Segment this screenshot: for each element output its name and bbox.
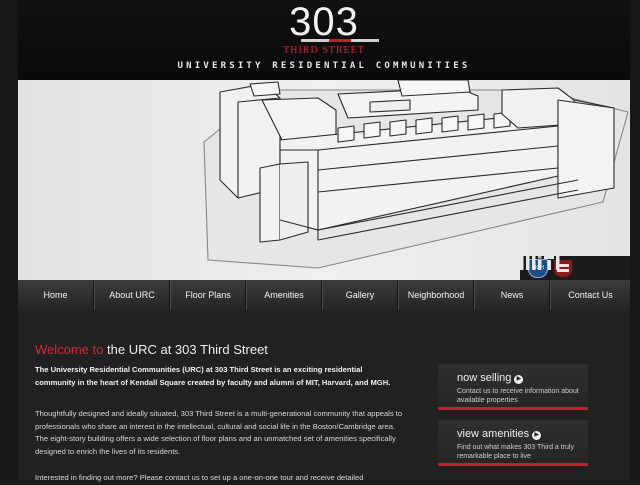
nav-gallery[interactable]: Gallery bbox=[322, 280, 398, 310]
building-illustration bbox=[203, 80, 629, 269]
main-nav: Home About URC Floor Plans Amenities Gal… bbox=[18, 280, 630, 310]
now-selling-card[interactable]: now selling ▶ Contact us to receive infor… bbox=[438, 364, 588, 410]
nav-home[interactable]: Home bbox=[18, 280, 94, 310]
page: 303 THIRD STREET UNIVERSITY RESIDENTIAL … bbox=[0, 0, 640, 482]
left-gutter bbox=[0, 0, 18, 480]
mit-logo[interactable] bbox=[520, 256, 564, 270]
logo-number[interactable]: 303 bbox=[18, 2, 630, 42]
main-content: Welcome to the URC at 303 Third Street T… bbox=[18, 310, 630, 482]
card-title[interactable]: now selling ▶ bbox=[457, 372, 524, 384]
contact-paragraph: Interested in finding out more? Please c… bbox=[35, 473, 364, 482]
logo-street: THIRD STREET bbox=[283, 45, 365, 56]
logo-tagline: UNIVERSITY RESIDENTIAL COMMUNITIES bbox=[177, 61, 471, 71]
nav-neighborhood[interactable]: Neighborhood bbox=[398, 280, 474, 310]
card-description: Contact us to receive information about … bbox=[457, 388, 579, 404]
nav-floor-plans[interactable]: Floor Plans bbox=[170, 280, 246, 310]
now-selling-label: now selling bbox=[457, 372, 512, 384]
title-accent: Welcome to bbox=[35, 342, 104, 357]
card-title[interactable]: view amenities ▶ bbox=[457, 428, 542, 440]
nav-news[interactable]: News bbox=[474, 280, 550, 310]
view-amenities-card[interactable]: view amenities ▶ Find out what makes 303 … bbox=[438, 420, 588, 466]
arrow-right-icon: ▶ bbox=[532, 431, 542, 440]
arrow-right-icon: ▶ bbox=[514, 375, 524, 384]
page-title: Welcome to the URC at 303 Third Street bbox=[35, 342, 268, 357]
view-amenities-label: view amenities bbox=[457, 428, 530, 440]
nav-contact-us[interactable]: Contact Us bbox=[550, 280, 630, 310]
title-rest: the URC at 303 Third Street bbox=[103, 342, 268, 357]
body-paragraph: Thoughtfully designed and ideally situat… bbox=[35, 409, 403, 456]
nav-about-urc[interactable]: About URC bbox=[94, 280, 170, 310]
partner-logos: MGH bbox=[520, 256, 630, 280]
logo-divider bbox=[301, 39, 379, 42]
site-header: 303 THIRD STREET UNIVERSITY RESIDENTIAL … bbox=[18, 0, 630, 80]
hero-building-drawing: MGH bbox=[18, 80, 630, 280]
nav-amenities[interactable]: Amenities bbox=[246, 280, 322, 310]
intro-paragraph: The University Residential Communities (… bbox=[35, 365, 391, 387]
right-gutter bbox=[630, 0, 640, 480]
card-description: Find out what makes 303 Third a truly re… bbox=[457, 444, 574, 460]
